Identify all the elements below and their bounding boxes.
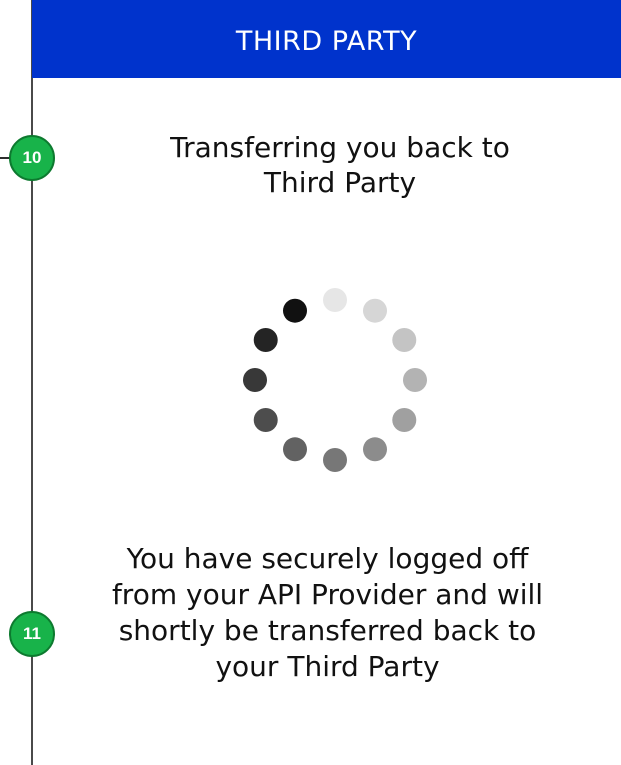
logoff-message: You have securely logged off from your A… bbox=[110, 541, 545, 685]
spinner-dot bbox=[392, 328, 417, 352]
transfer-heading-text: Transferring you back to Third Party bbox=[170, 131, 510, 199]
spinner-dot bbox=[283, 298, 307, 323]
spinner-dot bbox=[283, 437, 307, 462]
spinner-dot bbox=[363, 437, 387, 462]
redirect-screen: THIRD PARTY 10 11 Transferring you back … bbox=[0, 0, 621, 765]
header-bar: THIRD PARTY bbox=[32, 0, 621, 78]
logoff-message-text: You have securely logged off from your A… bbox=[111, 542, 544, 683]
transfer-heading: Transferring you back to Third Party bbox=[120, 130, 560, 200]
step-badge-11: 11 bbox=[9, 611, 55, 657]
spinner-dot bbox=[253, 408, 278, 432]
spinner-dot bbox=[392, 408, 417, 432]
page-title: THIRD PARTY bbox=[235, 25, 418, 57]
spinner-dot bbox=[363, 298, 387, 323]
spinner-dot bbox=[323, 448, 347, 472]
spinner-dot bbox=[323, 288, 347, 312]
step-badge-10: 10 bbox=[9, 135, 55, 181]
loading-spinner-icon bbox=[243, 288, 427, 472]
spinner-dot bbox=[253, 328, 278, 352]
spinner-dot bbox=[243, 368, 267, 392]
spinner-dot bbox=[403, 368, 427, 392]
